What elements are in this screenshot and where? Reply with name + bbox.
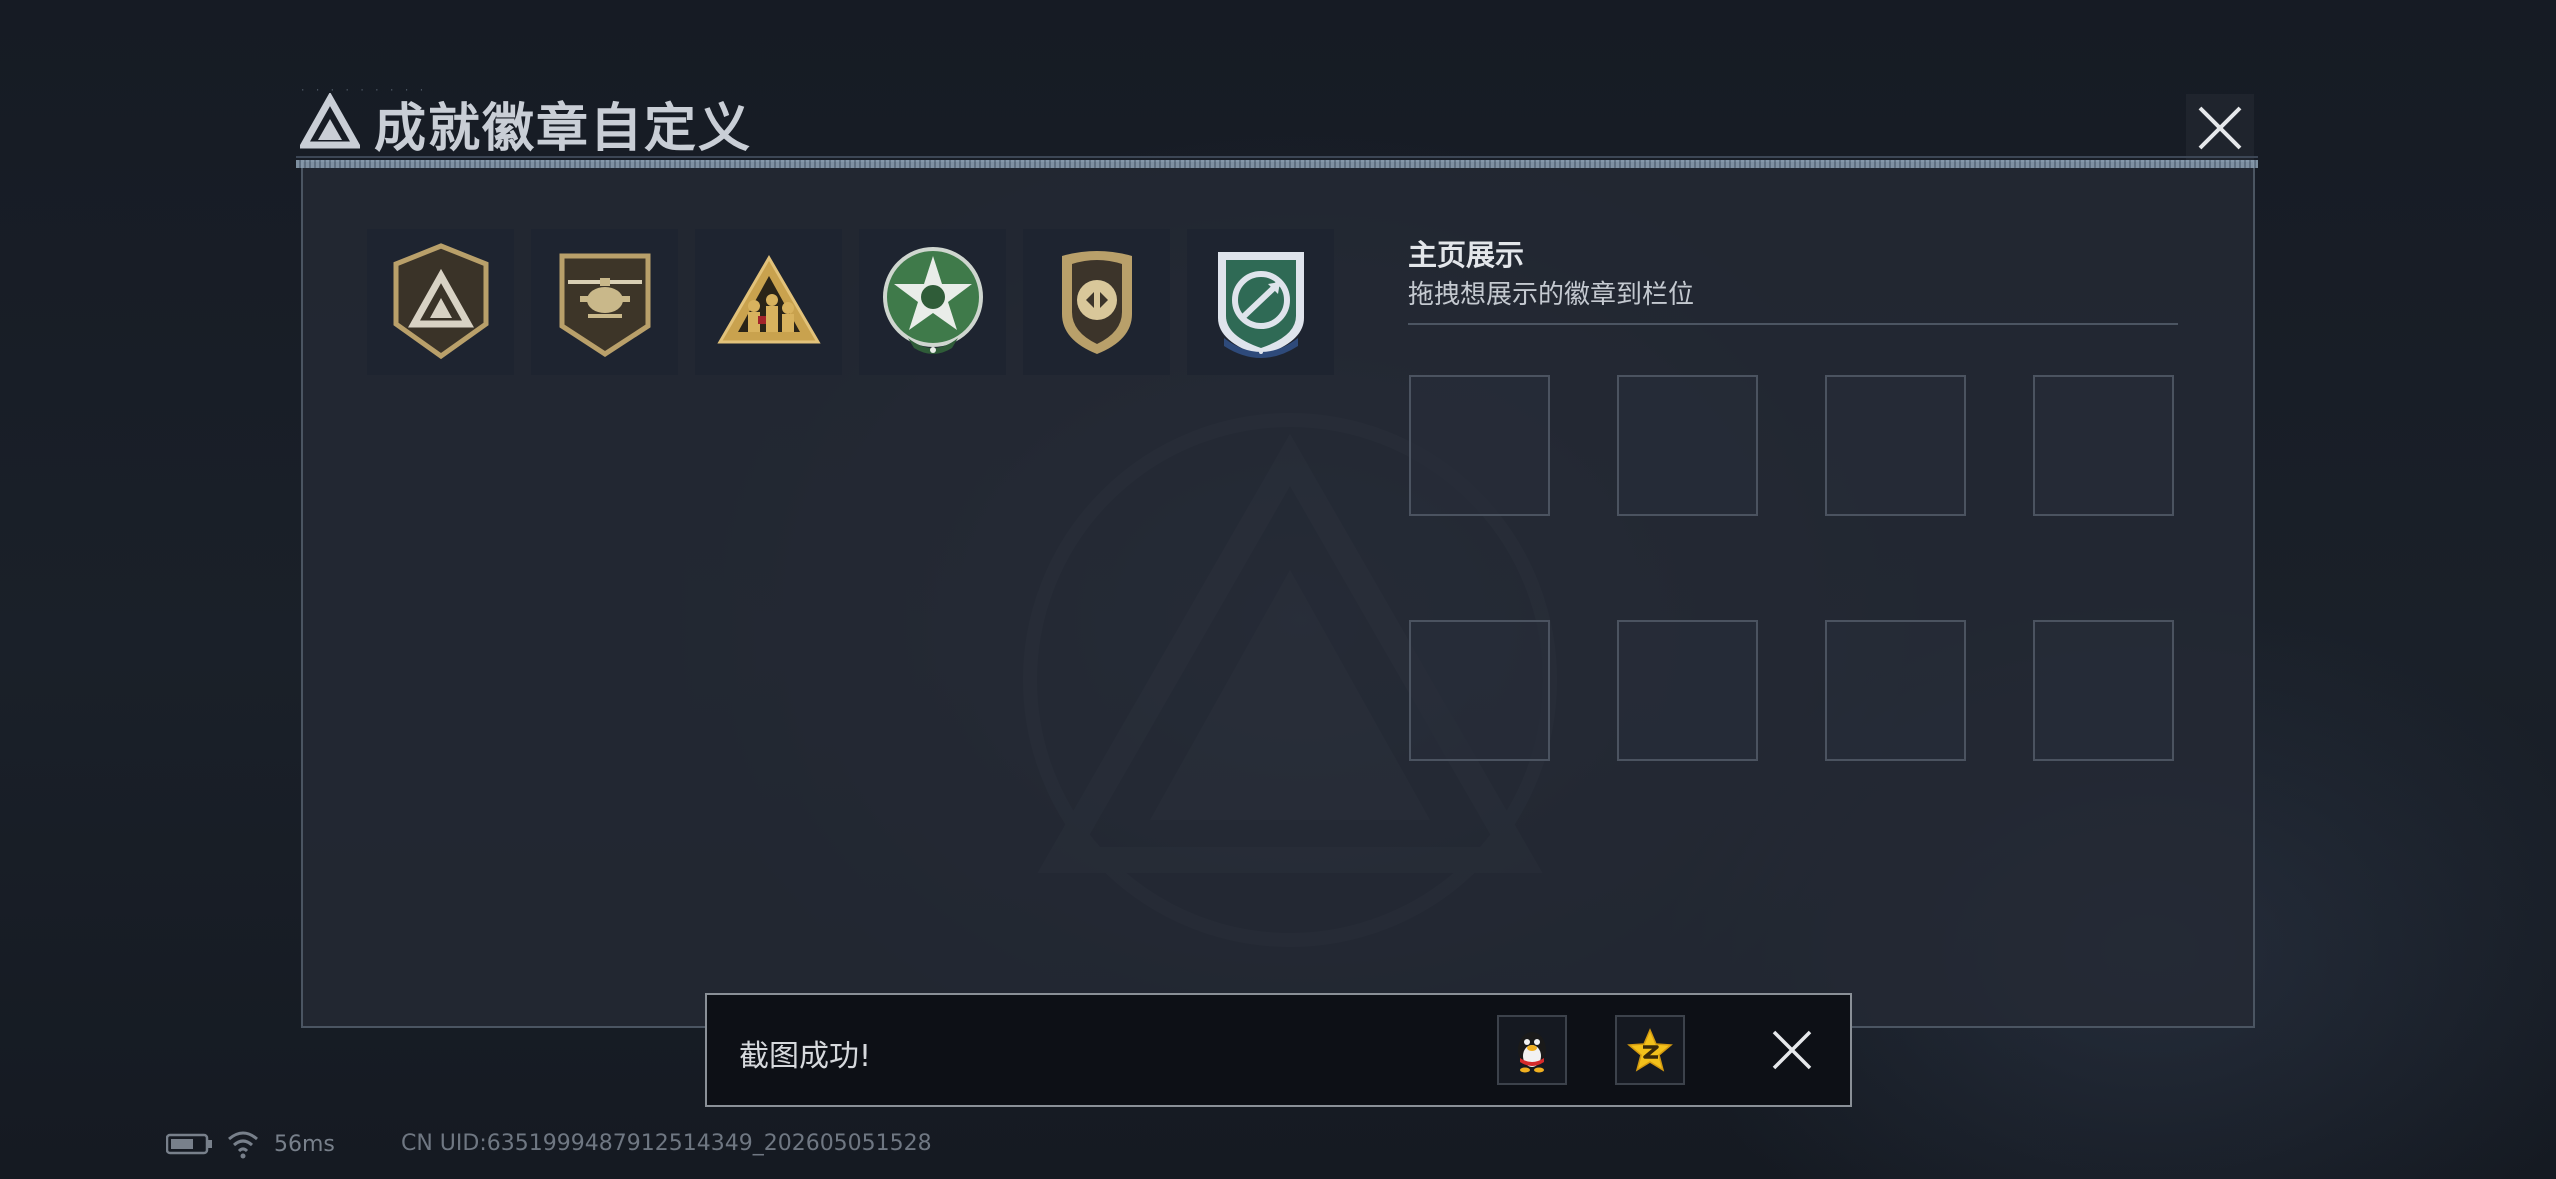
panel-top-stripe	[296, 160, 2258, 168]
status-bar: 56ms	[166, 1128, 335, 1160]
battery-icon	[166, 1133, 212, 1155]
soldiers-triangle-badge-icon	[716, 255, 821, 344]
badge-item[interactable]	[531, 229, 678, 375]
badge-drop-slot[interactable]	[1409, 620, 1550, 761]
badge-item[interactable]	[859, 229, 1006, 375]
badge-drop-slot[interactable]	[1409, 375, 1550, 516]
toast-message: 截图成功!	[739, 1039, 872, 1074]
close-icon[interactable]	[1769, 1027, 1815, 1073]
badge-item[interactable]	[695, 229, 842, 375]
badge-drop-slot[interactable]	[1825, 620, 1966, 761]
green-star-badge-icon	[882, 247, 983, 354]
panel-top-border	[296, 156, 2258, 158]
latency-readout: 56ms	[274, 1131, 335, 1157]
helicopter-badge-icon	[559, 253, 650, 357]
triangle-logo-icon	[300, 93, 360, 149]
badge-item[interactable]	[1023, 229, 1170, 375]
divider	[1408, 323, 2178, 325]
badge-drop-slot[interactable]	[2033, 375, 2174, 516]
badge-drop-slot[interactable]	[1825, 375, 1966, 516]
qzone-star-icon	[1627, 1028, 1673, 1072]
screenshot-toast: 截图成功!	[705, 993, 1852, 1107]
badge-drop-slot[interactable]	[2033, 620, 2174, 761]
shield-arrows-badge-icon	[1061, 251, 1132, 354]
display-section-title: 主页展示	[1408, 238, 1525, 272]
dialog-title: 成就徽章自定义	[374, 98, 753, 159]
blue-arrows-badge-icon	[1217, 252, 1304, 358]
share-qzone-button[interactable]	[1615, 1015, 1685, 1085]
share-qq-button[interactable]	[1497, 1015, 1567, 1085]
badge-inventory	[367, 229, 1351, 375]
badge-drop-slot[interactable]	[1617, 375, 1758, 516]
dialog-header: 成就徽章自定义	[300, 88, 753, 159]
badge-drop-slot[interactable]	[1617, 620, 1758, 761]
wifi-icon	[228, 1131, 258, 1159]
badge-item[interactable]	[367, 229, 514, 375]
display-section-hint: 拖拽想展示的徽章到栏位	[1408, 280, 1695, 310]
badge-item[interactable]	[1187, 229, 1334, 375]
game-screen: · · · · · · · · · 成就徽章自定义 主页展示 拖拽想展示的徽章到…	[0, 0, 2556, 1179]
user-uid: CN UID:6351999487912514349_202605051528	[401, 1131, 932, 1156]
close-icon[interactable]	[2186, 94, 2254, 162]
triangle-logo-badge-icon	[393, 243, 488, 360]
qq-penguin-icon	[1518, 1032, 1546, 1073]
